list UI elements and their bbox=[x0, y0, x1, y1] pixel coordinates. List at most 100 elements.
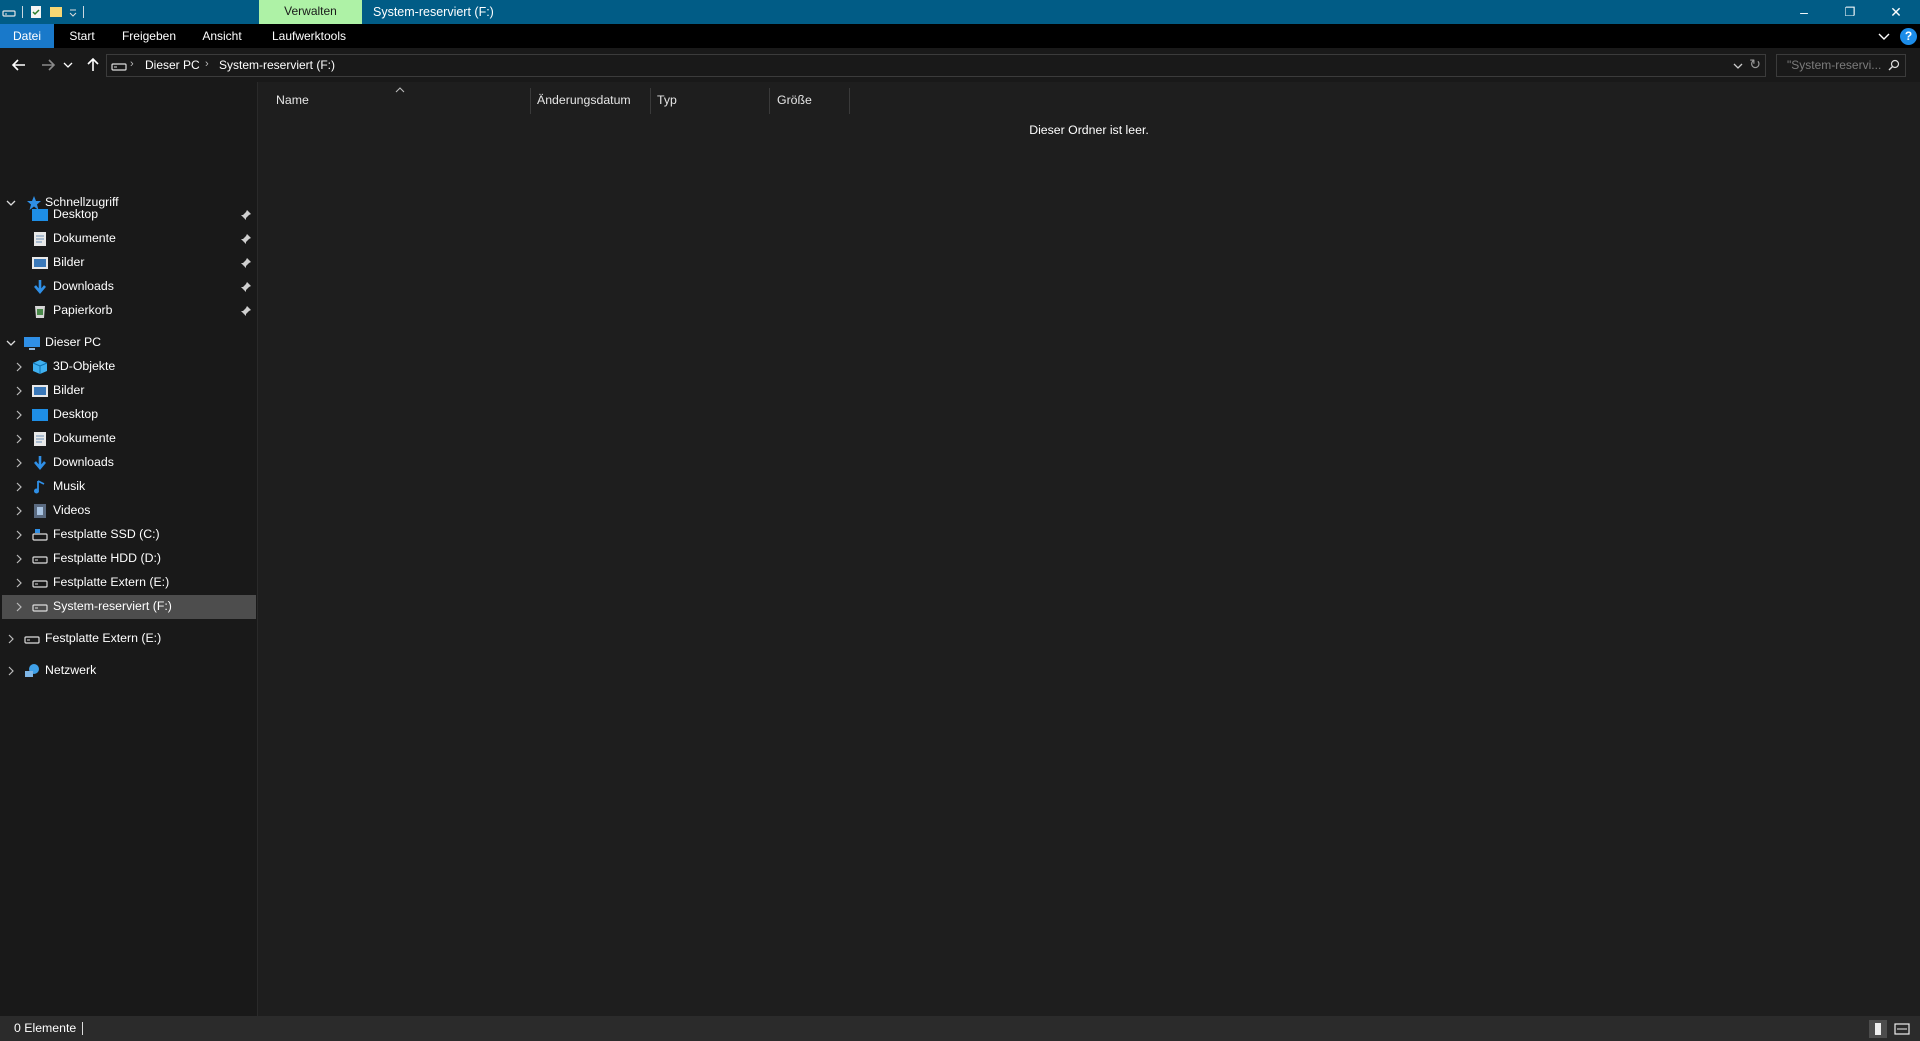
column-divider[interactable] bbox=[650, 88, 651, 114]
item-count: 0 Elemente bbox=[14, 1021, 77, 1035]
nav-label: Musik bbox=[53, 479, 86, 493]
nav-quick-dokumente[interactable]: Dokumente bbox=[2, 227, 256, 251]
videos-icon bbox=[34, 504, 46, 518]
column-header-name[interactable]: Name bbox=[276, 88, 532, 112]
empty-folder-message: Dieser Ordner ist leer. bbox=[1029, 123, 1149, 137]
nav-pc-3d-objekte[interactable]: 3D-Objekte bbox=[2, 355, 256, 379]
nav-quick-downloads[interactable]: Downloads bbox=[2, 275, 256, 299]
network-icon bbox=[25, 664, 39, 677]
drive-icon bbox=[32, 556, 48, 564]
computer-icon bbox=[24, 337, 40, 350]
nav-pc-drive-d[interactable]: Festplatte HDD (D:) bbox=[2, 547, 256, 571]
column-header-date[interactable]: Änderungsdatum bbox=[537, 88, 652, 112]
nav-label: Desktop bbox=[53, 407, 99, 421]
large-icons-view-button[interactable] bbox=[1893, 1020, 1911, 1038]
file-list[interactable]: Name Änderungsdatum Typ Größe Dieser Ord… bbox=[258, 82, 1920, 1016]
nav-quick-bilder[interactable]: Bilder bbox=[2, 251, 256, 275]
drive-icon bbox=[24, 636, 40, 644]
close-button[interactable]: ✕ bbox=[1873, 0, 1919, 24]
nav-pc-desktop[interactable]: Desktop bbox=[2, 403, 256, 427]
column-header-size[interactable]: Größe bbox=[777, 88, 847, 112]
chevron-right-icon bbox=[16, 386, 22, 396]
details-view-button[interactable] bbox=[1869, 1020, 1887, 1038]
close-icon: ✕ bbox=[1890, 3, 1902, 20]
nav-label: Dokumente bbox=[53, 431, 116, 445]
nav-label: Papierkorb bbox=[53, 303, 113, 317]
breadcrumb-separator[interactable]: › bbox=[130, 58, 134, 70]
back-button[interactable] bbox=[8, 54, 30, 76]
nav-pc-drive-c[interactable]: Festplatte SSD (C:) bbox=[2, 523, 256, 547]
address-bar[interactable]: › Dieser PC › System-reserviert (F:) ↻ bbox=[106, 54, 1766, 77]
recent-locations-button[interactable] bbox=[62, 54, 74, 76]
nav-quick-desktop[interactable]: Desktop bbox=[2, 203, 256, 227]
nav-label: Festplatte Extern (E:) bbox=[53, 575, 170, 589]
desktop-icon bbox=[32, 209, 48, 221]
arrow-up-icon bbox=[87, 57, 99, 71]
tab-verwalten[interactable]: Verwalten bbox=[259, 0, 362, 24]
tab-freigeben[interactable]: Freigeben bbox=[115, 24, 183, 48]
nav-pc-videos[interactable]: Videos bbox=[2, 499, 256, 523]
nav-label: Festplatte Extern (E:) bbox=[45, 631, 162, 645]
nav-label: 3D-Objekte bbox=[53, 359, 116, 373]
nav-pc-drive-f[interactable]: System-reserviert (F:) bbox=[2, 595, 256, 619]
breadcrumb-separator[interactable]: › bbox=[205, 58, 209, 70]
tab-ansicht[interactable]: Ansicht bbox=[197, 24, 247, 48]
nav-label: Downloads bbox=[53, 455, 114, 469]
column-header-type[interactable]: Typ bbox=[657, 88, 767, 112]
pin-icon bbox=[241, 282, 251, 292]
search-input[interactable]: "System-reservi... bbox=[1776, 54, 1906, 77]
nav-pc-downloads[interactable]: Downloads bbox=[2, 451, 256, 475]
search-placeholder: "System-reservi... bbox=[1787, 58, 1882, 72]
pictures-icon bbox=[32, 385, 48, 397]
customize-toolbar-icon[interactable] bbox=[69, 5, 77, 19]
breadcrumb-dieser-pc[interactable]: Dieser PC bbox=[145, 58, 200, 72]
restore-icon: ❐ bbox=[1844, 5, 1856, 19]
tab-laufwerktools[interactable]: Laufwerktools bbox=[263, 24, 355, 48]
ribbon-tabs: Datei Start Freigeben Ansicht Laufwerkto… bbox=[0, 24, 1920, 48]
column-divider[interactable] bbox=[769, 88, 770, 114]
navigation-pane[interactable]: Schnellzugriff Desktop Dokumente Bilder … bbox=[0, 82, 257, 1016]
maximize-button[interactable]: ❐ bbox=[1827, 0, 1873, 24]
forward-button[interactable] bbox=[37, 54, 59, 76]
properties-icon[interactable] bbox=[29, 5, 43, 19]
music-icon bbox=[34, 480, 45, 494]
nav-network[interactable]: Netzwerk bbox=[2, 659, 256, 683]
nav-pc-musik[interactable]: Musik bbox=[2, 475, 256, 499]
nav-quick-papierkorb[interactable]: Papierkorb bbox=[2, 299, 256, 323]
drive-icon[interactable] bbox=[2, 5, 16, 19]
tab-start[interactable]: Start bbox=[62, 24, 102, 48]
nav-label: Festplatte HDD (D:) bbox=[53, 551, 161, 565]
refresh-icon[interactable]: ↻ bbox=[1749, 56, 1761, 73]
minimize-button[interactable]: – bbox=[1781, 0, 1827, 24]
nav-pc-dokumente[interactable]: Dokumente bbox=[2, 427, 256, 451]
chevron-right-icon bbox=[16, 362, 22, 372]
up-button[interactable] bbox=[82, 54, 104, 76]
nav-label: Netzwerk bbox=[45, 663, 97, 677]
pin-icon bbox=[241, 210, 251, 220]
column-divider[interactable] bbox=[530, 88, 531, 114]
window-title: System-reserviert (F:) bbox=[373, 5, 494, 19]
desktop-icon bbox=[32, 409, 48, 421]
nav-this-pc[interactable]: Dieser PC bbox=[2, 331, 256, 355]
help-icon[interactable]: ? bbox=[1900, 28, 1917, 45]
new-folder-icon[interactable] bbox=[49, 5, 63, 19]
search-icon[interactable] bbox=[1888, 59, 1900, 74]
chevron-right-icon bbox=[16, 458, 22, 468]
tab-datei[interactable]: Datei bbox=[0, 24, 54, 48]
column-divider[interactable] bbox=[849, 88, 850, 114]
address-history-dropdown-icon[interactable] bbox=[1733, 59, 1743, 74]
expand-ribbon-icon[interactable] bbox=[1876, 28, 1892, 44]
quick-access-toolbar bbox=[0, 0, 84, 24]
nav-pc-bilder[interactable]: Bilder bbox=[2, 379, 256, 403]
chevron-right-icon bbox=[16, 578, 22, 588]
pin-icon bbox=[241, 258, 251, 268]
chevron-down-icon bbox=[63, 62, 73, 68]
title-bar: Verwalten System-reserviert (F:) – ❐ ✕ bbox=[0, 0, 1920, 24]
chevron-right-icon bbox=[16, 482, 22, 492]
nav-pc-drive-e[interactable]: Festplatte Extern (E:) bbox=[2, 571, 256, 595]
pin-icon bbox=[241, 234, 251, 244]
details-view-icon bbox=[1875, 1023, 1881, 1035]
breadcrumb-current[interactable]: System-reserviert (F:) bbox=[219, 58, 335, 72]
nav-external-drive[interactable]: Festplatte Extern (E:) bbox=[2, 627, 256, 651]
large-icons-view-icon bbox=[1894, 1023, 1910, 1035]
